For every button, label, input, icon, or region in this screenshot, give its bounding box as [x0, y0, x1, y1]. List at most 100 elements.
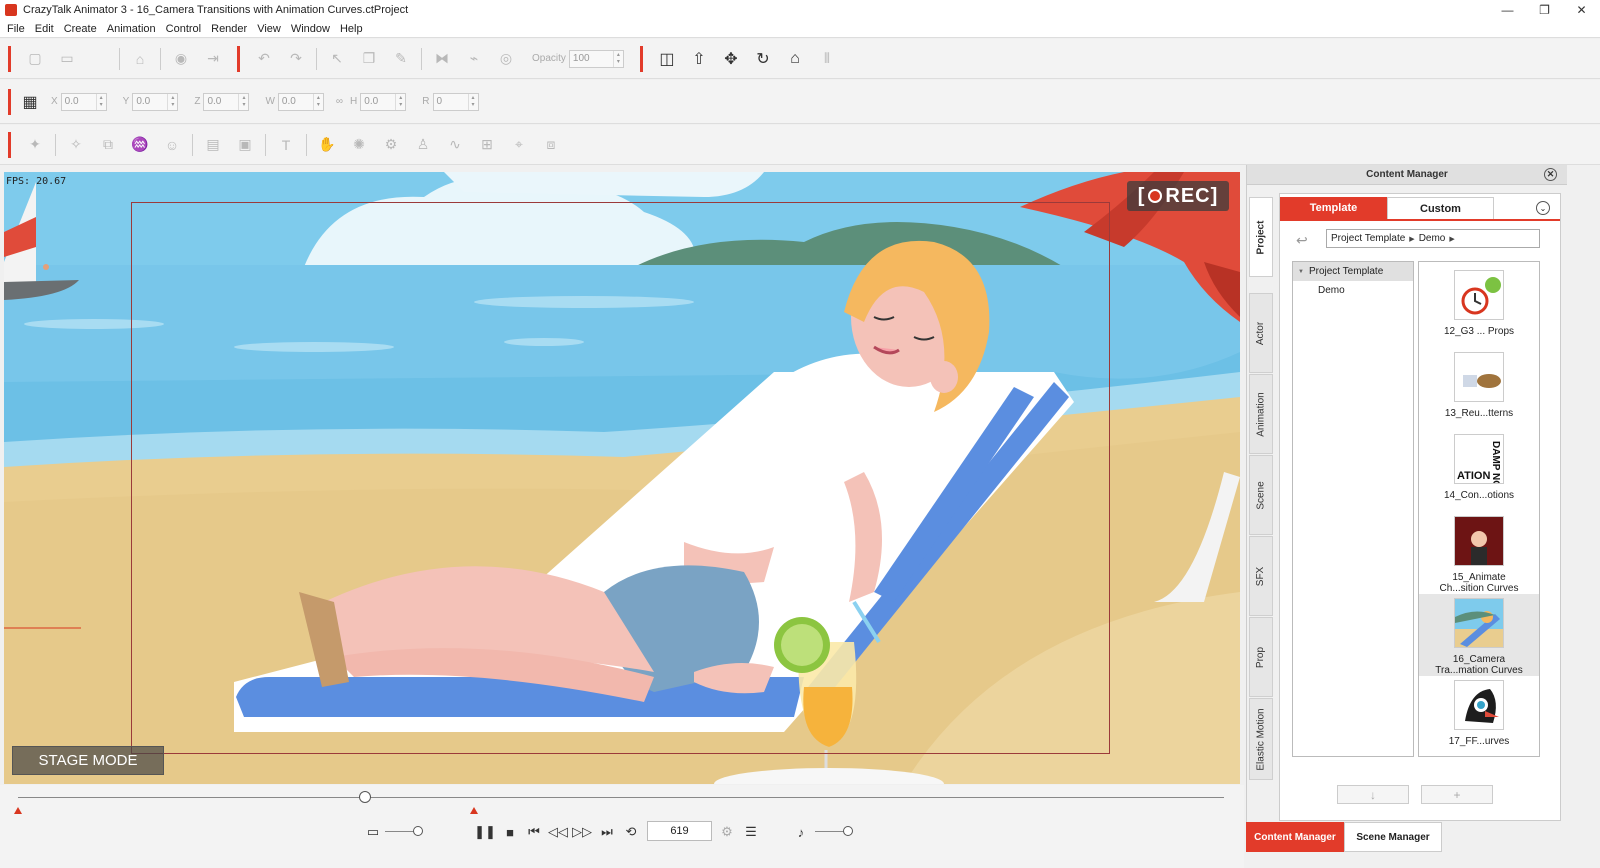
link-wh-icon[interactable]: ∞: [336, 96, 343, 107]
breadcrumb-project-template[interactable]: Project Template: [1331, 233, 1405, 244]
close-button[interactable]: ✕: [1563, 0, 1600, 20]
expand-triangle-icon[interactable]: ▼: [1298, 269, 1304, 275]
menu-control[interactable]: Control: [161, 23, 206, 35]
select-arrow-icon[interactable]: ↖: [328, 50, 346, 68]
tree-item-project-template[interactable]: ▼ Project Template: [1293, 262, 1413, 281]
y-field[interactable]: 0.0 ▴ ▾: [132, 92, 179, 111]
menu-file[interactable]: File: [2, 23, 30, 35]
timeline-track[interactable]: [18, 797, 1224, 798]
copy-icon[interactable]: ❐: [360, 50, 378, 68]
home-camera-icon[interactable]: ⌂: [786, 50, 804, 68]
menu-help[interactable]: Help: [335, 23, 368, 35]
align-tool-icon[interactable]: ⊞: [478, 136, 496, 154]
back-arrow-icon[interactable]: ↩: [1296, 232, 1308, 249]
audio-tool-icon[interactable]: ♒: [131, 136, 149, 154]
go-to-end-icon[interactable]: ⏭: [598, 823, 616, 841]
menu-window[interactable]: Window: [286, 23, 335, 35]
move-all-icon[interactable]: ✥: [722, 50, 740, 68]
download-button[interactable]: ↓: [1337, 785, 1409, 804]
tab-scene-manager[interactable]: Scene Manager: [1344, 822, 1442, 852]
figure-tool-icon[interactable]: ♙: [414, 136, 432, 154]
stage-mode-label[interactable]: STAGE MODE: [12, 746, 164, 775]
volume-note-icon[interactable]: ♪: [792, 823, 810, 841]
list-item[interactable]: 12_G3 ... Props: [1419, 266, 1539, 348]
r-field[interactable]: 0 ▴ ▾: [432, 92, 479, 111]
list-item-selected[interactable]: 16_Camera Tra...mation Curves: [1419, 594, 1539, 676]
minimize-button[interactable]: —: [1489, 0, 1526, 20]
paint-icon[interactable]: ✎: [392, 50, 410, 68]
store-icon[interactable]: ⌂: [131, 50, 149, 68]
new-file-icon[interactable]: ▢: [26, 50, 44, 68]
tab-template[interactable]: Template: [1280, 197, 1387, 219]
w-field[interactable]: 0.0 ▴ ▾: [277, 92, 324, 111]
breadcrumb-path[interactable]: Project Template ▶ Demo ▶: [1326, 229, 1540, 248]
save-icon[interactable]: [90, 50, 108, 68]
previous-frame-icon[interactable]: ◁◁: [548, 823, 568, 841]
tab-content-manager[interactable]: Content Manager: [1246, 822, 1344, 852]
path-tool-icon[interactable]: ∿: [446, 136, 464, 154]
composer-tool-icon[interactable]: ▣: [236, 136, 254, 154]
z-field[interactable]: 0.0 ▴ ▾: [203, 92, 250, 111]
volume-slider-knob[interactable]: [843, 826, 853, 836]
actor-tool-icon[interactable]: ✦: [26, 136, 44, 154]
next-frame-icon[interactable]: ▷▷: [572, 823, 592, 841]
link-icon[interactable]: ⌁: [465, 50, 483, 68]
menu-animation[interactable]: Animation: [102, 23, 161, 35]
move-vertical-icon[interactable]: ⇧: [690, 50, 708, 68]
export-icon[interactable]: ⇥: [204, 50, 222, 68]
panel-close-icon[interactable]: ✕: [1544, 168, 1557, 181]
grid-icon[interactable]: ▦: [21, 93, 39, 111]
list-item[interactable]: ATION DAMP NG 14_Con...otions: [1419, 430, 1539, 512]
pause-icon[interactable]: ❚❚: [474, 823, 496, 841]
duplicate-tool-icon[interactable]: ⧈: [542, 136, 560, 154]
settings-gear-icon[interactable]: ⚙: [718, 823, 736, 841]
open-folder-icon[interactable]: ▭: [58, 50, 76, 68]
list-item[interactable]: 15_Animate Ch...sition Curves: [1419, 512, 1539, 594]
preview-icon[interactable]: ◉: [172, 50, 190, 68]
side-tab-sfx[interactable]: SFX: [1249, 536, 1273, 616]
rotate-icon[interactable]: ↻: [754, 50, 772, 68]
restore-button[interactable]: ❐: [1526, 0, 1563, 20]
flip-icon[interactable]: ⧓: [433, 50, 451, 68]
menu-edit[interactable]: Edit: [30, 23, 59, 35]
opacity-field[interactable]: 100 ▴ ▾: [568, 49, 624, 68]
start-marker-icon[interactable]: [14, 807, 22, 814]
gear-tool-icon[interactable]: ⚙: [382, 136, 400, 154]
list-item[interactable]: 17_FF...urves: [1419, 676, 1539, 756]
side-tab-actor[interactable]: Actor: [1249, 293, 1273, 373]
loop-icon[interactable]: ⟲: [622, 823, 640, 841]
timeline-playhead[interactable]: [359, 791, 371, 803]
options-chevron-icon[interactable]: ⌄: [1536, 201, 1550, 215]
end-marker-icon[interactable]: [470, 807, 478, 814]
camera-view-icon[interactable]: ◫: [658, 50, 676, 68]
stage-viewport[interactable]: [4, 172, 1240, 784]
current-frame-field[interactable]: 619: [647, 821, 712, 841]
undo-icon[interactable]: ↶: [255, 50, 273, 68]
go-to-start-icon[interactable]: ⏮: [525, 823, 543, 841]
speed-slider-knob[interactable]: [413, 826, 423, 836]
menu-render[interactable]: Render: [206, 23, 252, 35]
sprite-tool-icon[interactable]: ⧉: [99, 136, 117, 154]
side-tab-project[interactable]: Project: [1249, 197, 1273, 277]
list-item[interactable]: 13_Reu...tterns: [1419, 348, 1539, 430]
layer-tool-icon[interactable]: ▤: [204, 136, 222, 154]
side-tab-prop[interactable]: Prop: [1249, 617, 1273, 697]
text-tool-icon[interactable]: T: [277, 136, 295, 154]
x-field[interactable]: 0.0 ▴ ▾: [60, 92, 107, 111]
tree-item-demo[interactable]: Demo: [1293, 281, 1413, 300]
menu-create[interactable]: Create: [59, 23, 102, 35]
motion-tool-icon[interactable]: ✺: [350, 136, 368, 154]
crop-tool-icon[interactable]: ⌖: [510, 136, 528, 154]
puppet-tool-icon[interactable]: ✋: [318, 136, 336, 154]
visibility-icon[interactable]: ◎: [497, 50, 515, 68]
side-tab-scene[interactable]: Scene: [1249, 455, 1273, 535]
h-field[interactable]: 0.0 ▴ ▾: [360, 92, 407, 111]
menu-view[interactable]: View: [252, 23, 286, 35]
stop-icon[interactable]: ■: [501, 823, 519, 841]
breadcrumb-demo[interactable]: Demo: [1419, 233, 1446, 244]
subtitle-icon[interactable]: ▭: [364, 823, 382, 841]
side-tab-elastic-motion[interactable]: Elastic Motion: [1249, 698, 1273, 780]
add-button[interactable]: +: [1421, 785, 1493, 804]
tab-custom[interactable]: Custom: [1387, 197, 1494, 219]
bone-tool-icon[interactable]: ✧: [67, 136, 85, 154]
